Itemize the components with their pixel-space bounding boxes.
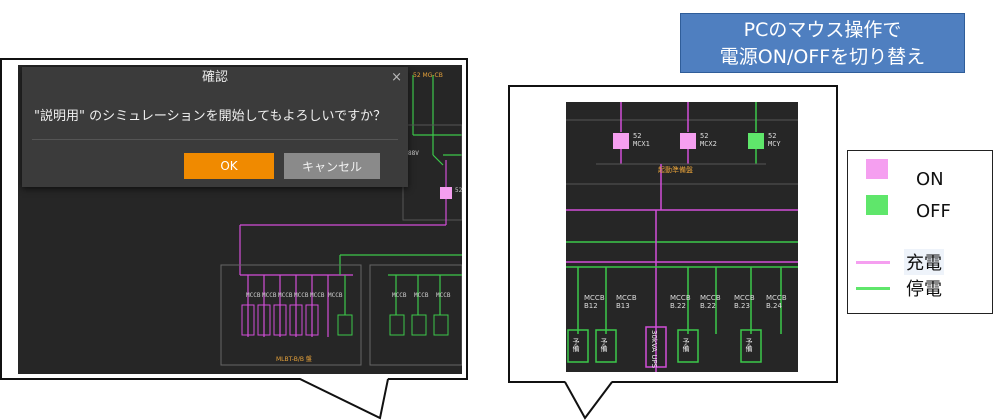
breaker-label-b24: MCCB B.24 — [766, 294, 787, 310]
legend-charged-line — [856, 261, 890, 264]
switch-mcx2[interactable] — [680, 133, 696, 149]
breaker-label-b23: MCCB B.23 — [734, 294, 755, 310]
legend-on-swatch — [866, 159, 888, 179]
simulator-screen-right[interactable]: 起動準備盤 52 MCX1 52 MCX2 52 MCY MCCB B12 MCCB B1… — [566, 102, 798, 372]
instruction-title-box: PCのマウス操作で 電源ON/OFFを切り替え — [680, 13, 965, 73]
load-label: 予備 — [600, 338, 608, 352]
legend-charged-label: 充電 — [904, 249, 944, 275]
switch-label-mcx2: 52 MCX2 — [700, 132, 717, 148]
legend-dead-line — [856, 287, 890, 290]
legend-on-label: ON — [916, 169, 944, 190]
load-label: 予備 — [682, 338, 690, 352]
switch-label-mcx1: 52 MCX1 — [633, 132, 650, 148]
title-line-2: 電源ON/OFFを切り替え — [719, 46, 926, 68]
bus-label: 起動準備盤 — [658, 165, 693, 174]
load-label: 予備 — [745, 338, 753, 352]
switch-mcy[interactable] — [748, 133, 764, 149]
breaker-label-b12: MCCB B12 — [584, 294, 605, 310]
single-line-diagram-right: 起動準備盤 — [566, 102, 798, 372]
breaker-label-b13: MCCB B13 — [616, 294, 637, 310]
legend-dead-label: 停電 — [906, 279, 942, 300]
switch-label-mcy: 52 MCY — [768, 132, 781, 148]
title-line-1: PCのマウス操作で — [743, 19, 902, 41]
load-label: 予備 — [572, 338, 580, 352]
legend-off-label: OFF — [916, 201, 951, 222]
breaker-label-b22a: MCCB B.22 — [670, 294, 691, 310]
switch-mcx1[interactable] — [613, 133, 629, 149]
legend-off-swatch — [866, 195, 888, 215]
breaker-label-b22b: MCCB B.22 — [700, 294, 721, 310]
legend: ON OFF 充電 停電 — [847, 150, 993, 314]
ups-label: 30kVA UPS — [650, 330, 658, 369]
